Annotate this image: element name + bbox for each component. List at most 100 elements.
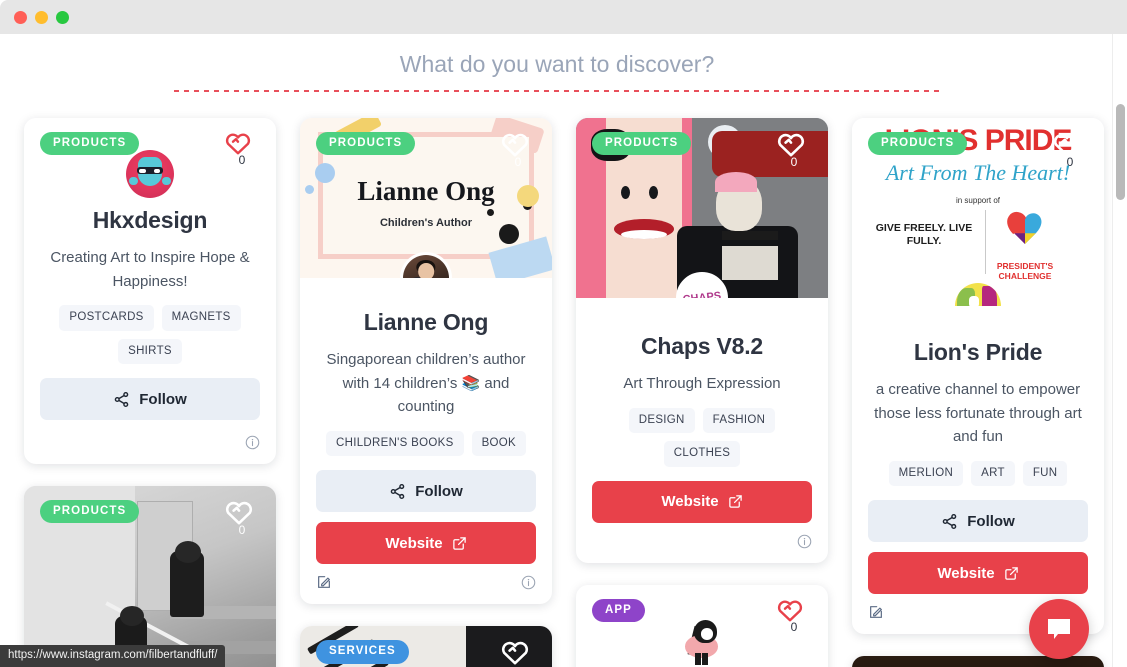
tag-item[interactable]: MAGNETS (161, 305, 241, 331)
heart-icon (777, 133, 805, 157)
tag-list: MERLION ART FUN (868, 460, 1088, 487)
like-button[interactable] (500, 638, 536, 665)
external-link-icon (1004, 567, 1018, 580)
avatar[interactable] (952, 280, 1004, 306)
tag-item[interactable]: CHILDREN'S BOOKS (326, 430, 464, 457)
tag-item[interactable]: ART (971, 460, 1015, 487)
info-button[interactable] (797, 534, 812, 549)
card-hkxdesign[interactable]: PRODUCTS 0 Hkxdesign Creating Art to Ins… (24, 118, 276, 465)
chat-button[interactable] (1029, 599, 1089, 659)
heart-icon (1053, 133, 1081, 157)
edit-button[interactable] (316, 574, 332, 590)
card-description: Singaporean children’s author with 14 ch… (326, 350, 526, 416)
presidents-challenge-heart-icon (1007, 211, 1042, 244)
like-button[interactable]: 0 (500, 130, 536, 169)
card-banner: Lianne Ong Children's Author PRODUCTS 0 (300, 118, 552, 278)
window-zoom-button[interactable] (56, 10, 69, 24)
like-count: 0 (1066, 155, 1074, 169)
search-underline (174, 90, 940, 92)
browser-window: PRODUCTS 0 (0, 0, 1127, 667)
card-footer (592, 529, 812, 549)
website-button[interactable]: Website (592, 480, 812, 523)
card-body: Lion's Pride a creative channel to empow… (852, 306, 1104, 634)
tag-item[interactable]: SHIRTS (118, 338, 182, 365)
banner-title: Lianne Ong (357, 175, 495, 206)
discover-grid: PRODUCTS 0 Hkxdesign Creating Art to Ins… (12, 118, 1116, 667)
tag-item[interactable]: DESIGN (628, 407, 695, 434)
card-body: Lianne Ong Singaporean children’s author… (300, 278, 552, 604)
info-button[interactable] (245, 435, 260, 450)
tag-list: POSTCARDS MAGNETS SHIRTS (40, 305, 260, 365)
tag-item[interactable]: FASHION (702, 407, 776, 434)
card-description: a creative channel to empower those less… (874, 380, 1082, 446)
category-badge[interactable]: APP (592, 598, 645, 622)
category-badge[interactable]: SERVICES (316, 640, 409, 664)
heart-icon (501, 133, 529, 157)
category-badge[interactable]: PRODUCTS (592, 132, 692, 156)
avatar[interactable] (124, 148, 176, 200)
edit-button[interactable] (868, 604, 884, 620)
page-scrollbar[interactable] (1112, 34, 1127, 667)
avatar-artwork (403, 255, 449, 278)
scrollbar-thumb[interactable] (1116, 104, 1125, 200)
card-lianne-ong[interactable]: Lianne Ong Children's Author PRODUCTS 0 (300, 118, 552, 605)
info-button[interactable] (521, 575, 536, 590)
card-chaps-v8-2[interactable]: PRODUCTS 0 CHAPS Chaps V8.2 Art Through … (576, 118, 828, 563)
website-button[interactable]: Website (316, 522, 536, 565)
card-banner: SERVICES (300, 626, 552, 667)
card-footer (316, 570, 536, 590)
tag-item[interactable]: FUN (1022, 460, 1068, 487)
like-count: 0 (238, 153, 246, 167)
card-lions-pride[interactable]: LION'S PRIDE Art From The Heart! in supp… (852, 118, 1104, 635)
like-button[interactable]: 0 (224, 130, 260, 167)
window-minimize-button[interactable] (35, 10, 48, 24)
category-badge[interactable]: PRODUCTS (40, 132, 140, 156)
follow-label: Follow (415, 482, 463, 500)
external-link-icon (728, 495, 742, 508)
chat-bubble-icon (1048, 619, 1070, 639)
card-body: APP 0 (576, 585, 828, 667)
share-icon (114, 391, 129, 407)
card-title: Lion's Pride (913, 339, 1043, 365)
avatar-artwork (676, 614, 728, 667)
card-title: Lianne Ong (363, 309, 489, 335)
banner-subtitle: Children's Author (379, 217, 473, 230)
category-badge[interactable]: PRODUCTS (868, 132, 968, 156)
follow-button[interactable]: Follow (316, 470, 536, 513)
follow-label: Follow (139, 390, 187, 408)
avatar-artwork (126, 150, 174, 198)
tag-item[interactable]: CLOTHES (663, 441, 741, 467)
follow-button[interactable]: Follow (40, 378, 260, 421)
avatar-artwork (955, 283, 1001, 306)
card-filbertandfluff[interactable]: PRODUCTS 0 (24, 486, 276, 667)
window-close-button[interactable] (14, 10, 27, 24)
card-app[interactable]: APP 0 (576, 584, 828, 667)
tag-item[interactable]: POSTCARDS (59, 305, 154, 331)
info-icon (521, 576, 536, 590)
website-label: Website (385, 534, 443, 552)
tag-item[interactable]: MERLION (888, 460, 964, 487)
like-button[interactable]: 0 (776, 597, 812, 634)
tag-item[interactable]: BOOK (471, 430, 526, 457)
card-footer (40, 430, 260, 450)
edit-icon (318, 576, 330, 589)
like-button[interactable]: 0 (224, 498, 260, 537)
website-button[interactable]: Website (868, 552, 1088, 595)
card-banner: PRODUCTS 0 (24, 486, 276, 667)
website-label: Website (661, 493, 719, 511)
category-badge[interactable]: PRODUCTS (316, 132, 416, 156)
follow-button[interactable]: Follow (868, 500, 1088, 543)
like-button[interactable]: 0 (776, 130, 812, 169)
like-button[interactable]: 0 (1052, 130, 1088, 169)
window-titlebar (0, 0, 1127, 34)
search-input[interactable] (174, 40, 940, 88)
avatar[interactable] (676, 614, 728, 667)
avatar[interactable]: CHAPS (676, 272, 728, 298)
website-label: Website (937, 564, 995, 582)
avatar[interactable] (400, 252, 452, 278)
grid-column-1: PRODUCTS 0 Hkxdesign Creating Art to Ins… (12, 118, 288, 667)
share-icon (390, 483, 405, 499)
banner-motto: GIVE FREELY. LIVE FULLY. (875, 222, 973, 248)
card-services[interactable]: SERVICES (300, 626, 552, 667)
category-badge[interactable]: PRODUCTS (40, 500, 140, 524)
